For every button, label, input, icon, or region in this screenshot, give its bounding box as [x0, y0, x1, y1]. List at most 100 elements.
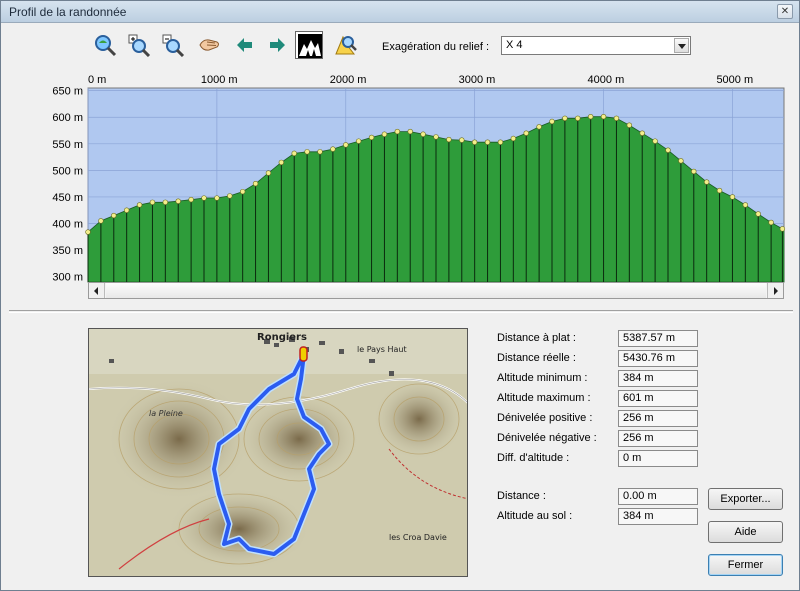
- elevation-point[interactable]: [626, 122, 633, 128]
- elevation-point[interactable]: [587, 114, 594, 120]
- elevation-point[interactable]: [420, 131, 426, 137]
- zoom-out-button[interactable]: [159, 31, 187, 59]
- elevation-point[interactable]: [381, 131, 388, 137]
- y-axis-tick-label: 550 m: [52, 139, 83, 151]
- elevation-point[interactable]: [471, 139, 478, 145]
- elevation-point[interactable]: [317, 149, 323, 155]
- y-axis-tick-label: 350 m: [52, 245, 83, 257]
- elevation-point[interactable]: [742, 202, 749, 208]
- stat-value: 5430.76 m: [618, 350, 698, 367]
- relief-exaggeration-label: Exagération du relief :: [382, 41, 490, 53]
- elevation-point[interactable]: [343, 142, 349, 148]
- zoom-fit-button[interactable]: [91, 31, 119, 59]
- chevron-down-icon[interactable]: [674, 38, 689, 53]
- elevation-point[interactable]: [265, 170, 272, 176]
- elevation-point[interactable]: [188, 196, 194, 203]
- elevation-point[interactable]: [459, 137, 465, 143]
- elevation-profile-chart[interactable]: 0 m 1000 m 2000 m 3000 m 4000 m 5000 m 650 m 60…: [1, 61, 800, 283]
- next-button[interactable]: [263, 31, 291, 59]
- elevation-point[interactable]: [755, 211, 761, 217]
- elevation-point[interactable]: [678, 158, 684, 164]
- elevation-point[interactable]: [355, 138, 362, 144]
- map-place-label: la Pleine: [149, 409, 183, 418]
- elevation-point[interactable]: [703, 179, 710, 185]
- elevation-point[interactable]: [252, 180, 259, 187]
- elevation-point[interactable]: [768, 219, 774, 226]
- elevation-point[interactable]: [639, 130, 645, 136]
- elevation-point[interactable]: [600, 114, 607, 120]
- elevation-point[interactable]: [523, 130, 529, 136]
- map-view-button[interactable]: [331, 31, 359, 59]
- elevation-point[interactable]: [98, 218, 104, 224]
- elevation-point[interactable]: [214, 195, 220, 201]
- elevation-point[interactable]: [278, 159, 285, 166]
- elevation-point[interactable]: [407, 128, 413, 135]
- y-axis-tick-label: 500 m: [52, 165, 83, 177]
- previous-button[interactable]: [231, 31, 259, 59]
- profile-horizontal-scrollbar[interactable]: [88, 282, 784, 299]
- close-window-button[interactable]: ✕: [777, 4, 793, 19]
- stat-value: 256 m: [618, 430, 698, 447]
- arrow-left-icon: [237, 38, 252, 52]
- zoom-out-icon: [162, 34, 185, 57]
- stat-label: Altitude au sol :: [497, 510, 573, 522]
- title-bar: Profil de la randonnée ✕: [1, 1, 799, 23]
- map-view-icon: [335, 35, 357, 55]
- zoom-in-button[interactable]: [125, 31, 153, 59]
- stat-value: 5387.57 m: [618, 330, 698, 347]
- elevation-point[interactable]: [716, 187, 723, 194]
- elevation-point[interactable]: [304, 149, 310, 155]
- route-map[interactable]: Rongiers le Pays Haut la Pleine les Croa…: [88, 328, 468, 577]
- elevation-point[interactable]: [652, 138, 658, 144]
- relief-view-button[interactable]: [295, 31, 323, 59]
- elevation-point[interactable]: [368, 134, 375, 141]
- elevation-point[interactable]: [729, 194, 736, 200]
- elevation-point[interactable]: [613, 115, 620, 121]
- elevation-point[interactable]: [136, 202, 143, 208]
- export-button[interactable]: Exporter...: [708, 488, 783, 510]
- scroll-left-arrow-icon[interactable]: [89, 283, 105, 298]
- y-axis-tick-label: 400 m: [52, 219, 83, 231]
- section-divider: [9, 310, 793, 313]
- close-button[interactable]: Fermer: [708, 554, 783, 576]
- elevation-point[interactable]: [510, 135, 517, 142]
- elevation-point[interactable]: [484, 139, 491, 145]
- map-place-label: les Croa Davie: [389, 533, 447, 542]
- elevation-point[interactable]: [201, 195, 207, 201]
- elevation-point[interactable]: [85, 229, 91, 235]
- elevation-point[interactable]: [227, 193, 233, 199]
- stat-label: Diff. d'altitude :: [497, 452, 570, 464]
- route-start-marker: [299, 346, 308, 362]
- y-axis-tick-label: 450 m: [52, 192, 83, 204]
- elevation-point[interactable]: [433, 134, 439, 140]
- elevation-point[interactable]: [665, 147, 671, 153]
- elevation-point[interactable]: [549, 118, 555, 125]
- elevation-point[interactable]: [239, 188, 246, 195]
- window-title: Profil de la randonnée: [9, 5, 127, 19]
- elevation-point[interactable]: [446, 136, 452, 143]
- elevation-point[interactable]: [149, 199, 156, 205]
- help-button[interactable]: Aide: [708, 521, 783, 543]
- arrow-right-icon: [270, 38, 285, 52]
- elevation-point[interactable]: [779, 226, 786, 232]
- elevation-point[interactable]: [111, 212, 117, 219]
- profile-window: Profil de la randonnée ✕ Exagération du …: [0, 0, 800, 591]
- pan-button[interactable]: [195, 31, 223, 59]
- elevation-point[interactable]: [330, 146, 336, 152]
- relief-exaggeration-select[interactable]: X 4: [501, 36, 691, 55]
- elevation-point[interactable]: [394, 128, 401, 135]
- map-place-label: le Pays Haut: [357, 345, 407, 354]
- scrollbar-thumb[interactable]: [106, 283, 766, 298]
- scroll-right-arrow-icon[interactable]: [767, 283, 783, 298]
- elevation-point[interactable]: [536, 124, 542, 130]
- elevation-point[interactable]: [123, 207, 130, 213]
- elevation-point[interactable]: [162, 199, 169, 205]
- elevation-point[interactable]: [291, 150, 297, 157]
- elevation-point[interactable]: [497, 139, 504, 145]
- stat-value: 256 m: [618, 410, 698, 427]
- elevation-point[interactable]: [575, 115, 581, 121]
- zoom-in-icon: [128, 34, 151, 57]
- elevation-point[interactable]: [175, 198, 181, 204]
- elevation-point[interactable]: [691, 168, 697, 175]
- elevation-point[interactable]: [562, 115, 568, 121]
